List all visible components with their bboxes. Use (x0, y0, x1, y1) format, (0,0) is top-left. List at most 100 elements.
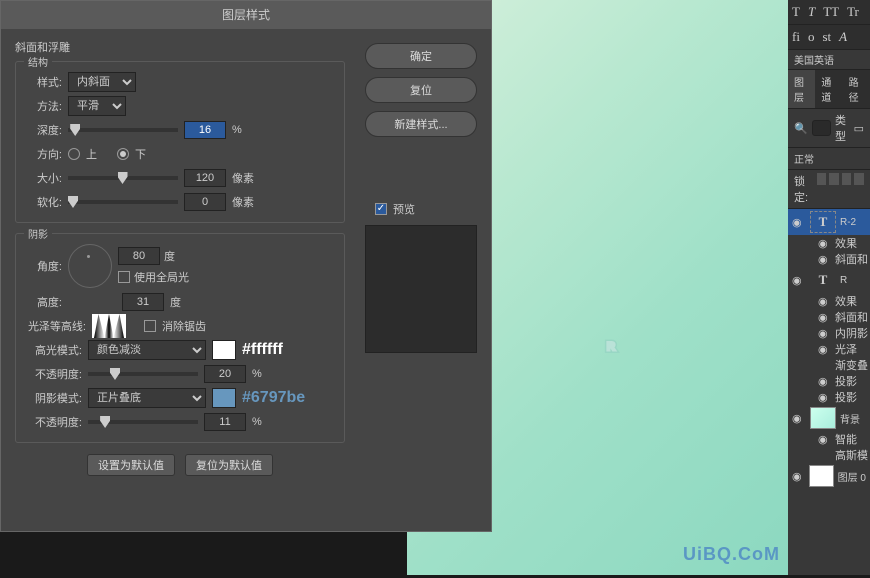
layer-bg[interactable]: ◉ 背景 (788, 405, 870, 431)
shadow-opacity-input[interactable] (204, 413, 246, 431)
preview-box (365, 225, 477, 353)
layers-panel: ◉ T R-2 ◉效果 ◉斜面和 ◉ T R ◉效果 ◉斜面和 ◉内阴影 ◉光泽… (788, 209, 870, 575)
opentype-toolbar: fi o st A (788, 25, 870, 50)
ok-button[interactable]: 确定 (365, 43, 477, 69)
language-select[interactable]: 美国英语 (788, 50, 870, 70)
dir-up-radio[interactable] (68, 148, 80, 160)
layer-0[interactable]: ◉ 图层 0 (788, 463, 870, 489)
fx-row[interactable]: ◉斜面和 (788, 251, 870, 267)
highlight-mode-select[interactable]: 颜色减淡 (88, 340, 206, 360)
fx-row[interactable]: ◉效果 (788, 235, 870, 251)
filter-image-icon[interactable]: ▭ (854, 122, 864, 135)
preview-checkbox[interactable] (375, 203, 387, 215)
soften-input[interactable] (184, 193, 226, 211)
blend-mode-select[interactable]: 正常 (788, 148, 870, 170)
panel-tabs: 图层 通道 路径 (788, 70, 870, 109)
ordinal-icon[interactable]: o (808, 29, 815, 45)
lock-pixels-icon[interactable] (817, 173, 827, 185)
layer-thumb (810, 407, 836, 429)
dir-down-radio[interactable] (117, 148, 129, 160)
shadow-mode-select[interactable]: 正片叠底 (88, 388, 206, 408)
group-structure: 结构 样式: 内斜面 方法: 平滑 深度: % 方向: 上 下 (15, 61, 345, 223)
fx-row[interactable]: ◉智能 (788, 431, 870, 447)
visibility-icon[interactable]: ◉ (792, 412, 806, 425)
fx-row[interactable]: ◉斜面和 (788, 309, 870, 325)
highlight-opacity-slider[interactable] (88, 372, 198, 376)
shadow-opacity-label: 不透明度: (26, 414, 82, 430)
style-label: 样式: (26, 74, 62, 90)
angle-wheel[interactable] (68, 244, 112, 288)
size-label: 大小: (26, 170, 62, 186)
altitude-label: 高度: (26, 294, 62, 310)
layer-thumb: T (810, 211, 836, 233)
fx-row[interactable]: ◉效果 (788, 293, 870, 309)
shadow-mode-label: 阴影模式: (26, 390, 82, 406)
depth-input[interactable] (184, 121, 226, 139)
highlight-hex: #ffffff (242, 341, 283, 359)
direction-label: 方向: (26, 146, 62, 162)
swash-icon[interactable]: A (839, 29, 847, 45)
tab-layers[interactable]: 图层 (788, 70, 815, 108)
layer-thumb: T (810, 269, 836, 291)
altitude-input[interactable] (122, 293, 164, 311)
fx-row[interactable]: ◉投影 (788, 389, 870, 405)
layer-r[interactable]: ◉ T R (788, 267, 870, 293)
group-shading: 阴影 角度: 度 使用全局光 高度: (15, 233, 345, 443)
fx-row[interactable]: 渐变叠 (788, 357, 870, 373)
character-toolbar: T T TT Tr (788, 0, 870, 25)
layer-thumb (809, 465, 834, 487)
gloss-contour[interactable] (92, 314, 126, 338)
layer-filter: 🔍 类型 ▭ (788, 109, 870, 148)
visibility-icon[interactable]: ◉ (792, 274, 806, 287)
allcaps-icon[interactable]: TT (823, 4, 839, 20)
watermark: UiBQ.CoM (683, 544, 780, 565)
style-select[interactable]: 内斜面 (68, 72, 136, 92)
highlight-mode-label: 高光模式: (26, 342, 82, 358)
soften-slider[interactable] (68, 200, 178, 204)
method-label: 方法: (26, 98, 62, 114)
angle-input[interactable] (118, 247, 160, 265)
shadow-color-swatch[interactable] (212, 388, 236, 408)
panels: T T TT Tr fi o st A 美国英语 图层 通道 路径 🔍 类型 ▭… (788, 0, 870, 575)
layer-search-input[interactable] (812, 120, 831, 136)
dialog-title: 图层样式 (1, 1, 491, 29)
bold-icon[interactable]: T (792, 4, 800, 20)
size-input[interactable] (184, 169, 226, 187)
visibility-icon[interactable]: ◉ (792, 470, 805, 483)
gloss-label: 光泽等高线: (26, 318, 86, 334)
tab-paths[interactable]: 路径 (843, 70, 870, 108)
search-icon[interactable]: 🔍 (794, 122, 808, 135)
new-style-button[interactable]: 新建样式... (365, 111, 477, 137)
size-slider[interactable] (68, 176, 178, 180)
method-select[interactable]: 平滑 (68, 96, 126, 116)
shadow-hex: #6797be (242, 389, 305, 407)
global-light-checkbox[interactable] (118, 271, 130, 283)
fx-row[interactable]: 高斯模 (788, 447, 870, 463)
highlight-opacity-input[interactable] (204, 365, 246, 383)
highlight-color-swatch[interactable] (212, 340, 236, 360)
depth-slider[interactable] (68, 128, 178, 132)
antialias-checkbox[interactable] (144, 320, 156, 332)
lock-position-icon[interactable] (829, 173, 839, 185)
fx-row[interactable]: ◉光泽 (788, 341, 870, 357)
set-default-button[interactable]: 设置为默认值 (87, 454, 175, 476)
svg-text:R: R (607, 341, 615, 353)
lock-all-icon[interactable] (854, 173, 864, 185)
tab-channels[interactable]: 通道 (815, 70, 842, 108)
lock-row: 锁定: (788, 170, 870, 209)
smallcaps-icon[interactable]: Tr (847, 4, 859, 20)
reset-default-button[interactable]: 复位为默认值 (185, 454, 273, 476)
angle-label: 角度: (26, 258, 62, 274)
shadow-opacity-slider[interactable] (88, 420, 198, 424)
italic-icon[interactable]: T (808, 4, 815, 20)
stylistic-icon[interactable]: st (822, 29, 831, 45)
ligature-icon[interactable]: fi (792, 29, 800, 45)
cancel-button[interactable]: 复位 (365, 77, 477, 103)
layer-r2[interactable]: ◉ T R-2 (788, 209, 870, 235)
visibility-icon[interactable]: ◉ (792, 216, 806, 229)
layer-style-dialog: 图层样式 斜面和浮雕 结构 样式: 内斜面 方法: 平滑 深度: % 方向: 上 (0, 0, 492, 532)
fx-row[interactable]: ◉内阴影 (788, 325, 870, 341)
fx-row[interactable]: ◉投影 (788, 373, 870, 389)
lock-artboard-icon[interactable] (842, 173, 852, 185)
soften-label: 软化: (26, 194, 62, 210)
